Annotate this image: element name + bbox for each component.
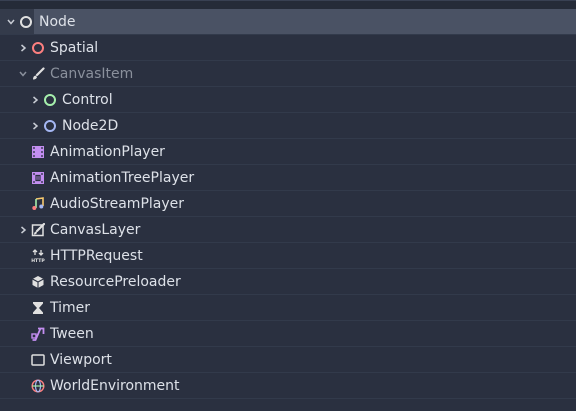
globe-icon (31, 379, 45, 393)
svg-text:HTTP: HTTP (31, 258, 45, 263)
tree-item-canvaslayer[interactable]: CanvasLayer (0, 217, 576, 243)
brush-icon (31, 67, 45, 81)
spatial-circle-icon (31, 41, 45, 55)
tree-item-label: WorldEnvironment (50, 378, 180, 394)
node-circle-icon (19, 15, 33, 29)
node2d-circle-icon (43, 119, 57, 133)
selection-highlight (34, 9, 576, 34)
tree-item-animationtreeplayer[interactable]: AnimationTreePlayer (0, 165, 576, 191)
tree-item-label: Viewport (50, 352, 112, 368)
tree-item-tween[interactable]: Tween (0, 321, 576, 347)
canvas-layer-icon (31, 223, 45, 237)
tree-item-node[interactable]: Node (0, 9, 576, 35)
tree-item-label: AnimationTreePlayer (50, 170, 195, 186)
tree-item-viewport[interactable]: Viewport (0, 347, 576, 373)
cube-icon (31, 275, 45, 289)
tree-item-timer[interactable]: Timer (0, 295, 576, 321)
tree-item-worldenvironment[interactable]: WorldEnvironment (0, 373, 576, 399)
tree-item-node2d[interactable]: Node2D (0, 113, 576, 139)
chevron-right-icon[interactable] (17, 217, 29, 243)
tree-top-strip (0, 1, 576, 9)
tween-icon (31, 327, 45, 341)
tree-item-label: Node (39, 14, 76, 30)
chevron-right-icon[interactable] (17, 35, 29, 61)
viewport-rect-icon (31, 353, 45, 367)
http-icon: HTTP (31, 249, 45, 263)
tree-item-httprequest[interactable]: HTTP HTTPRequest (0, 243, 576, 269)
tree-item-label: ResourcePreloader (50, 274, 181, 290)
tree-item-label: CanvasItem (50, 66, 134, 82)
chevron-right-icon[interactable] (29, 87, 41, 113)
node-type-tree: Node Spatial CanvasItem Control Node2D A… (0, 0, 576, 411)
tree-item-resourcepreloader[interactable]: ResourcePreloader (0, 269, 576, 295)
film-icon (31, 145, 45, 159)
tree-item-canvasitem[interactable]: CanvasItem (0, 61, 576, 87)
tree-item-label: Control (62, 92, 113, 108)
hourglass-icon (31, 301, 45, 315)
tree-item-spatial[interactable]: Spatial (0, 35, 576, 61)
chevron-down-icon[interactable] (5, 9, 17, 35)
tree-item-label: Tween (50, 326, 94, 342)
chevron-right-icon[interactable] (29, 113, 41, 139)
tree-item-label: HTTPRequest (50, 248, 143, 264)
animation-tree-icon (31, 171, 45, 185)
tree-item-label: Node2D (62, 118, 119, 134)
music-note-icon (31, 197, 45, 211)
chevron-down-icon[interactable] (17, 61, 29, 87)
tree-item-animationplayer[interactable]: AnimationPlayer (0, 139, 576, 165)
tree-item-label: AnimationPlayer (50, 144, 165, 160)
control-circle-icon (43, 93, 57, 107)
tree-item-control[interactable]: Control (0, 87, 576, 113)
tree-item-audiostreamplayer[interactable]: AudioStreamPlayer (0, 191, 576, 217)
tree-item-label: Spatial (50, 40, 99, 56)
tree-item-label: Timer (50, 300, 91, 316)
tree-item-label: CanvasLayer (50, 222, 141, 238)
tree-item-label: AudioStreamPlayer (50, 196, 185, 212)
